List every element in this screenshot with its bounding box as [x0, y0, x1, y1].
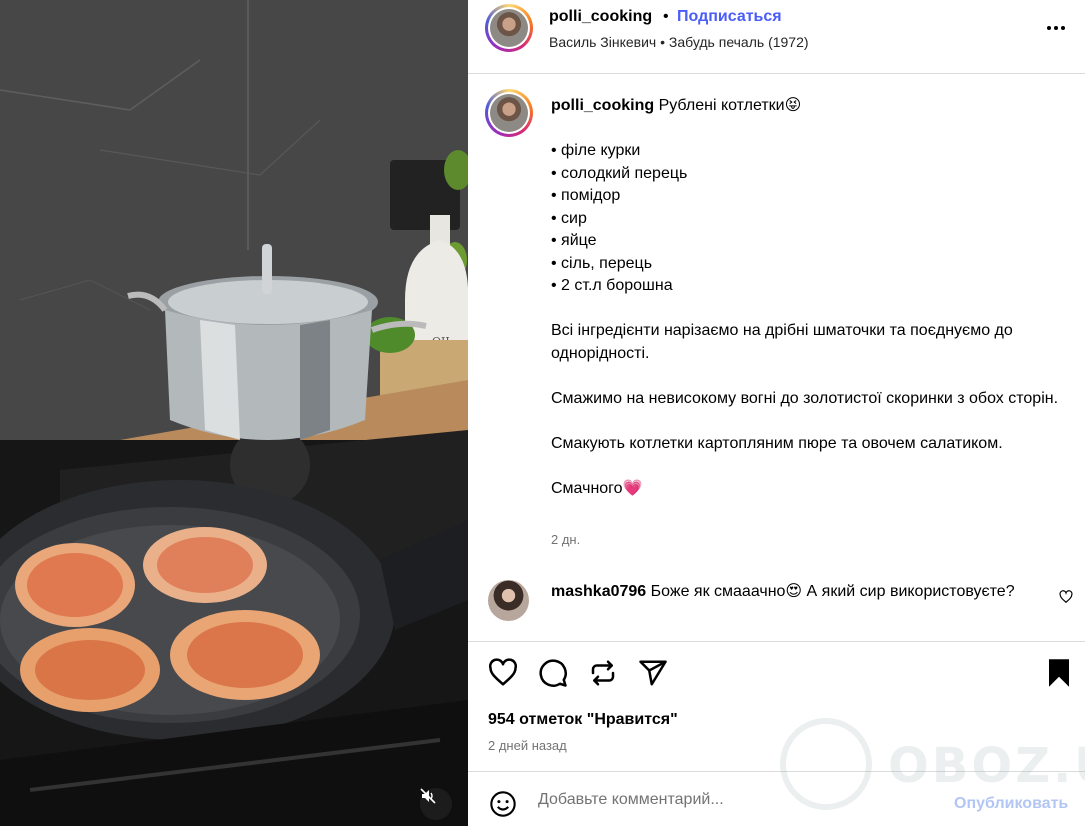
comment-text: Боже як смааачно😍 А який сир використову…: [650, 583, 1015, 600]
food-photo-illustration: OIL: [0, 0, 468, 826]
mute-button[interactable]: [420, 788, 452, 820]
author-avatar[interactable]: [485, 4, 533, 52]
repost-icon[interactable]: [588, 658, 618, 688]
comments-scroll-area[interactable]: polli_cooking Рублені котлетки😝 • філе к…: [468, 75, 1085, 641]
heart-icon[interactable]: [488, 658, 518, 688]
post-time-ago[interactable]: 2 дней назад: [488, 738, 567, 753]
post-caption: polli_cooking Рублені котлетки😝 • філе к…: [551, 95, 1066, 500]
caption-title: Рублені котлетки😝: [658, 97, 802, 114]
more-dot-icon: [1054, 26, 1058, 30]
ingredient-item: • солодкий перець: [551, 164, 688, 182]
ingredient-item: • сіль, перець: [551, 254, 653, 272]
speaker-muted-icon: [420, 788, 436, 804]
separator-dot: •: [663, 8, 669, 25]
caption-step: Смажимо на невисокому вогні до золотисто…: [551, 389, 1059, 407]
caption-username[interactable]: polli_cooking: [551, 97, 654, 114]
more-dot-icon: [1061, 26, 1065, 30]
bookmark-icon[interactable]: [1046, 658, 1072, 688]
add-comment-input[interactable]: [538, 788, 938, 812]
ingredient-item: • помідор: [551, 187, 621, 204]
commenter-username[interactable]: mashka0796: [551, 583, 646, 600]
add-comment-bar: Опубликовать: [468, 771, 1085, 826]
caption-author-avatar[interactable]: [485, 89, 533, 137]
follow-button[interactable]: Подписаться: [677, 8, 782, 26]
commenter-avatar[interactable]: [488, 580, 529, 621]
author-username[interactable]: polli_cooking: [549, 8, 652, 26]
caption-timestamp[interactable]: 2 дн.: [551, 532, 580, 547]
ingredient-item: • сир: [551, 209, 587, 227]
ingredient-item: • яйце: [551, 232, 597, 249]
more-dot-icon: [1047, 26, 1051, 30]
post-actions: 954 отметок "Нравится" 2 дней назад: [468, 641, 1085, 771]
post-header: polli_cooking • Подписаться Василь Зінке…: [468, 0, 1085, 74]
caption-step: Всі інгредієнти нарізаємо на дрібні шмат…: [551, 322, 1013, 362]
likes-count[interactable]: 954 отметок "Нравится": [488, 711, 678, 729]
emoji-icon[interactable]: [489, 790, 517, 818]
comment-icon[interactable]: [538, 658, 568, 688]
comment-like-heart-icon[interactable]: [1059, 590, 1073, 604]
post-photo[interactable]: OIL: [0, 0, 468, 826]
share-icon[interactable]: [638, 658, 668, 688]
more-options-button[interactable]: [1047, 26, 1071, 32]
comment-text-block: mashka0796 Боже як смааачно😍 А який сир …: [551, 581, 1031, 604]
post-side-panel: polli_cooking • Подписаться Василь Зінке…: [468, 0, 1085, 826]
ingredient-item: • філе курки: [551, 142, 641, 159]
publish-comment-button[interactable]: Опубликовать: [954, 795, 1068, 813]
caption-step: Смакують котлетки картопляним пюре та ов…: [551, 434, 1003, 452]
caption-closing: Смачного💗: [551, 479, 643, 497]
audio-track-link[interactable]: Василь Зінкевич • Забудь печаль (1972): [549, 34, 809, 50]
ingredient-item: • 2 ст.л борошна: [551, 277, 673, 294]
